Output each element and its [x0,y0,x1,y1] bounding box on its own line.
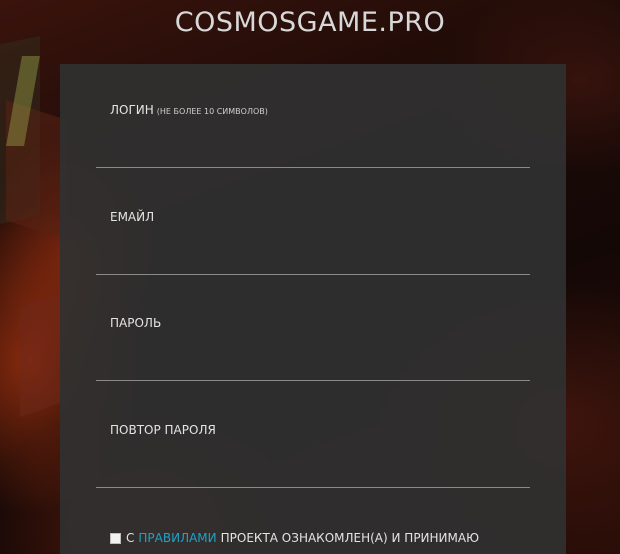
terms-agreement: С ПРАВИЛАМИ ПРОЕКТА ОЗНАКОМЛЕН(А) И ПРИН… [110,530,479,546]
password-label: ПАРОЛЬ [110,316,162,330]
background-decoration [20,292,60,418]
email-label: ЕМАЙЛ [110,210,155,224]
password-repeat-label: ПОВТОР ПАРОЛЯ [110,423,216,437]
registration-form: ЛОГИН (НЕ БОЛЕЕ 10 СИМВОЛОВ) ЕМАЙЛ ПАРОЛЬ… [60,64,566,554]
rules-link[interactable]: ПРАВИЛАМИ [138,530,216,546]
login-hint: (НЕ БОЛЕЕ 10 СИМВОЛОВ) [156,107,268,116]
terms-prefix: С [126,531,135,545]
site-title: COSMOSGAME.PRO [174,7,446,38]
login-label: ЛОГИН (НЕ БОЛЕЕ 10 СИМВОЛОВ) [110,102,268,120]
email-input[interactable] [96,235,530,275]
login-label-text: ЛОГИН [110,103,154,117]
login-input[interactable] [96,128,530,168]
password-input[interactable] [96,341,530,381]
password-repeat-input[interactable] [96,448,530,488]
terms-suffix: ПРОЕКТА ОЗНАКОМЛЕН(А) И ПРИНИМАЮ [220,531,480,545]
terms-checkbox[interactable] [110,532,121,544]
